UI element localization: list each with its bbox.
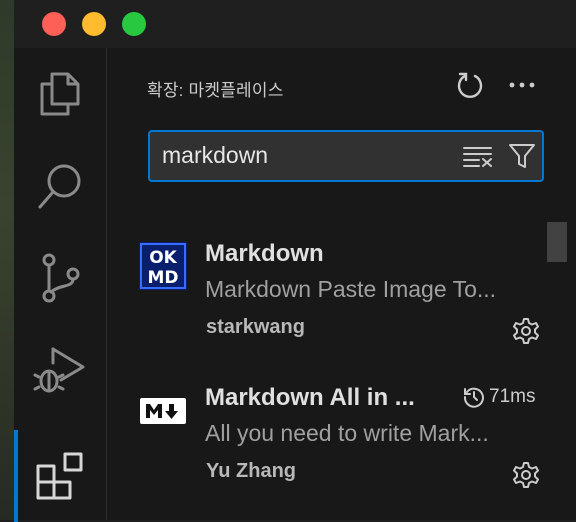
extension-description: All you need to write Mark... (205, 420, 489, 446)
desktop-background (0, 0, 14, 520)
extension-name: Markdown (205, 240, 324, 267)
refresh-button[interactable] (453, 68, 487, 102)
run-debug-icon (33, 347, 85, 393)
extension-list-item[interactable]: Markdown All in ... 71ms All you need to… (107, 368, 547, 512)
extension-name: Markdown All in ... (205, 384, 415, 411)
extensions-icon (36, 452, 83, 500)
gear-icon (513, 462, 539, 488)
zoom-window-button[interactable] (122, 12, 146, 36)
activity-run-debug[interactable] (14, 324, 106, 416)
svg-text:OK: OK (149, 248, 177, 268)
search-icon (38, 164, 81, 209)
activation-time-value: 71ms (489, 386, 536, 407)
refresh-icon (457, 72, 483, 98)
activity-source-control[interactable] (14, 232, 106, 324)
filter-icon (509, 144, 535, 168)
extension-list-item[interactable]: OK MD Markdown Markdown Paste Image To..… (107, 224, 547, 368)
more-icon (509, 82, 535, 88)
gear-icon (513, 318, 539, 344)
history-icon (463, 387, 484, 408)
extension-publisher[interactable]: starkwang (206, 316, 305, 339)
source-control-icon (42, 253, 80, 303)
minimize-window-button[interactable] (82, 12, 106, 36)
activation-time: 71ms (463, 386, 535, 408)
svg-text:MD: MD (147, 268, 178, 288)
files-icon (40, 72, 80, 116)
clear-results-icon (463, 147, 492, 167)
list-scrollbar-thumb[interactable] (547, 222, 567, 262)
activity-extensions[interactable] (14, 430, 106, 522)
extension-publisher[interactable]: Yu Zhang (206, 460, 296, 483)
manage-extension-button[interactable] (511, 316, 541, 346)
extensions-sidebar: 확장: 마켓플레이스 markdown OK MD Markdown Markd… (107, 48, 576, 520)
extension-description: Markdown Paste Image To... (205, 276, 497, 302)
close-window-button[interactable] (42, 12, 66, 36)
manage-extension-button[interactable] (511, 460, 541, 490)
markdown-logo-icon (139, 386, 187, 434)
activity-search[interactable] (14, 140, 106, 232)
extensions-search-input[interactable] (162, 138, 452, 172)
activity-bar (14, 48, 107, 522)
title-bar (14, 0, 576, 49)
activity-explorer[interactable] (14, 48, 106, 140)
clear-results-button[interactable] (462, 142, 494, 170)
more-actions-button[interactable] (505, 68, 539, 102)
extensions-search-box (148, 130, 544, 182)
sidebar-title: 확장: 마켓플레이스 (147, 81, 284, 100)
filter-button[interactable] (506, 142, 538, 170)
okmd-logo-icon: OK MD (139, 242, 187, 290)
